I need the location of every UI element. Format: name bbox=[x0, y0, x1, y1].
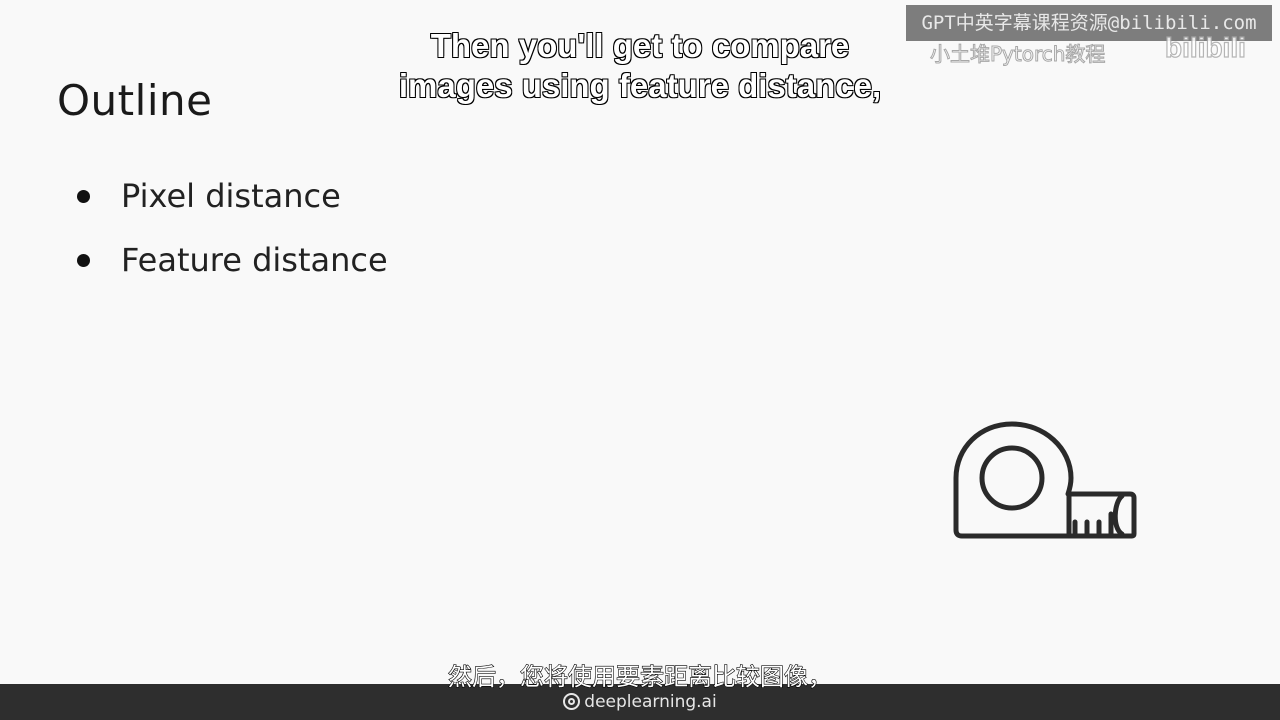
english-subtitle: Then you'll get to compare images using … bbox=[0, 26, 1280, 106]
list-item: Feature distance bbox=[72, 236, 388, 300]
subtitle-line: Then you'll get to compare bbox=[430, 26, 850, 65]
deeplearning-logo-icon bbox=[563, 693, 581, 710]
list-item: Pixel distance bbox=[72, 172, 388, 236]
bullet-dot-icon bbox=[77, 254, 90, 267]
outline-list: Pixel distance Feature distance bbox=[72, 172, 388, 300]
tape-measure-icon bbox=[953, 421, 1137, 539]
bullet-label: Feature distance bbox=[121, 241, 388, 279]
footer-brand: deeplearning.ai bbox=[0, 690, 1280, 714]
bullet-dot-icon bbox=[77, 190, 90, 203]
bullet-label: Pixel distance bbox=[121, 177, 341, 215]
brand-label: deeplearning.ai bbox=[584, 692, 717, 712]
subtitle-line: images using feature distance, bbox=[398, 66, 882, 105]
chinese-subtitle: 然后，您将使用要素距离比较图像， bbox=[447, 662, 832, 691]
